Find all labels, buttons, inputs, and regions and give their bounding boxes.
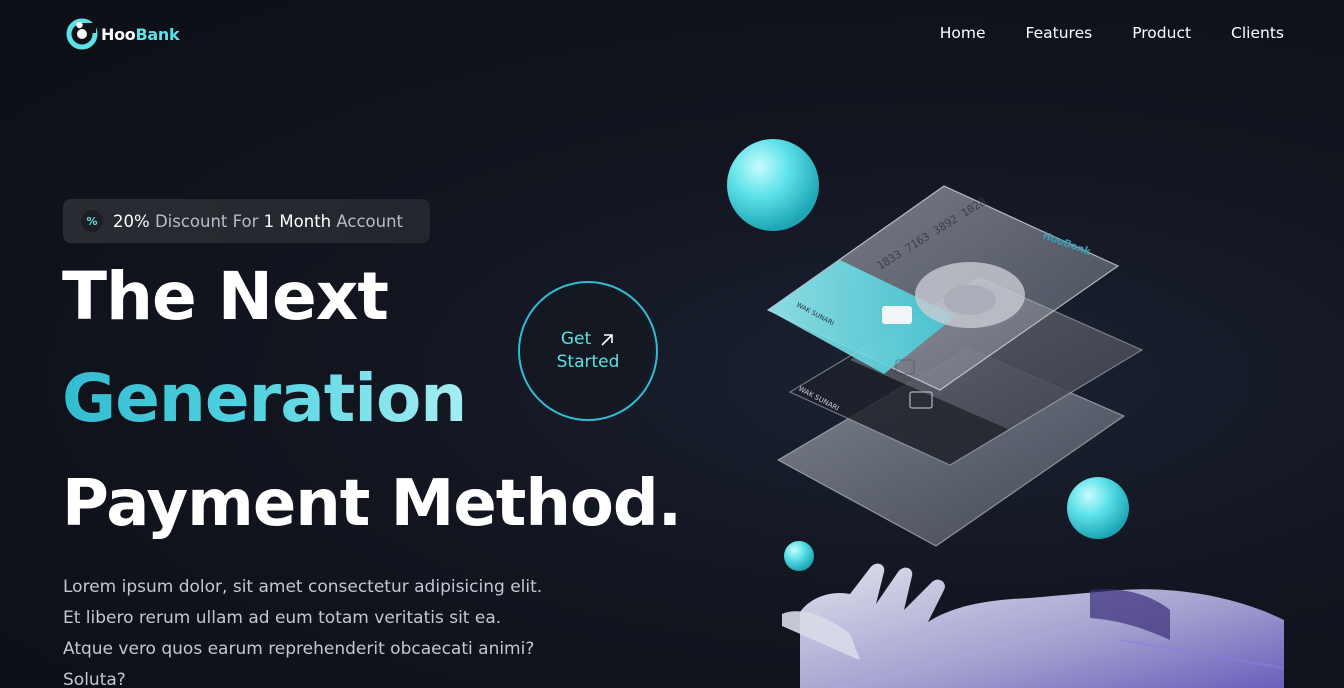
hoobank-logo-icon xyxy=(66,18,98,50)
landing-page: HooBank Home Features Product Clients % … xyxy=(0,0,1344,688)
get-started-button[interactable]: Get Started xyxy=(518,281,658,421)
robot-hand xyxy=(782,563,1285,688)
sphere-small xyxy=(784,541,814,571)
brand-logo[interactable]: HooBank xyxy=(66,18,180,50)
hero-title-line3: Payment Method. xyxy=(62,467,682,541)
sphere-medium xyxy=(1067,477,1129,539)
get-started-row: Get xyxy=(561,328,615,351)
discount-text: 20% Discount For 1 Month Account xyxy=(113,211,403,231)
nav-product[interactable]: Product xyxy=(1132,24,1191,42)
hero-illustration: WAK SUNARI 1833 7163 3892 1028 HooBank W… xyxy=(727,139,1285,688)
main-nav: Home Features Product Clients xyxy=(940,24,1284,42)
nav-home[interactable]: Home xyxy=(940,24,986,42)
sphere-large xyxy=(727,139,819,231)
hero-description: Lorem ipsum dolor, sit amet consectetur … xyxy=(63,577,543,688)
get-started-label-2: Started xyxy=(556,352,620,372)
get-started-inner: Get Started xyxy=(523,286,653,416)
nav-clients[interactable]: Clients xyxy=(1231,24,1284,42)
hero-title-line1: The Next xyxy=(62,258,389,335)
nav-features[interactable]: Features xyxy=(1026,24,1093,42)
percent-icon: % xyxy=(81,210,103,232)
hero-title-line2: Generation xyxy=(62,360,467,437)
get-started-label-1: Get xyxy=(560,329,592,349)
discount-badge: % 20% Discount For 1 Month Account xyxy=(63,199,430,243)
arrow-up-right-icon xyxy=(601,333,613,346)
brand-name: HooBank xyxy=(101,24,180,44)
